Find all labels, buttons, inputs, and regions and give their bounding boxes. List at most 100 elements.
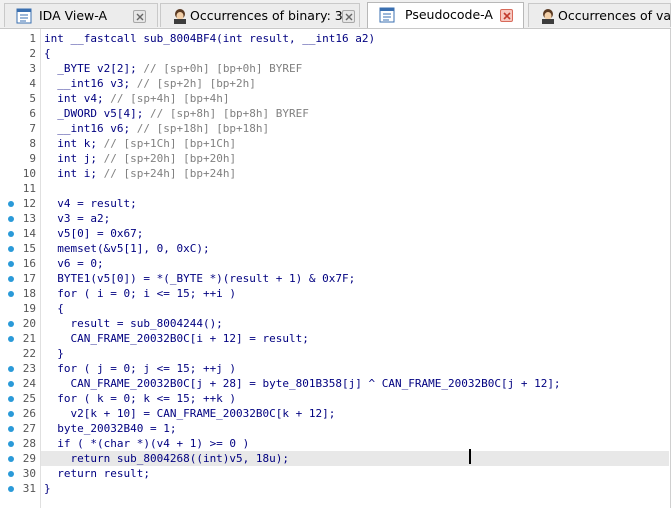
code-text: return sub_8004268((int)v5, 18u); bbox=[44, 452, 290, 465]
line-number: 22 bbox=[22, 347, 36, 360]
code-line[interactable]: 1 int __fastcall sub_8004BF4(int result, … bbox=[0, 31, 671, 46]
code-text: v3 = a2; bbox=[44, 212, 111, 225]
code-text: { bbox=[44, 302, 64, 315]
code-line[interactable]: 30 return result; bbox=[0, 466, 671, 481]
tab-ida-view-a[interactable]: IDA View-A bbox=[4, 3, 158, 27]
code-text: return result; bbox=[44, 467, 150, 480]
line-number: 12 bbox=[22, 197, 36, 210]
breakpoint-dot-icon[interactable] bbox=[8, 381, 14, 387]
breakpoint-dot-icon[interactable] bbox=[8, 231, 14, 237]
close-tab-button[interactable] bbox=[342, 10, 355, 23]
code-line[interactable]: 26 v2[k + 10] = CAN_FRAME_20032B0C[k + 1… bbox=[0, 406, 671, 421]
line-number: 14 bbox=[22, 227, 36, 240]
code-line[interactable]: 2{ bbox=[0, 46, 671, 61]
code-line[interactable]: 19 { bbox=[0, 301, 671, 316]
breakpoint-dot-icon[interactable] bbox=[8, 261, 14, 267]
tab-label: IDA View-A bbox=[39, 8, 108, 23]
code-text: _BYTE v2[2]; // [sp+0h] [bp+0h] BYREF bbox=[44, 62, 303, 75]
code-line[interactable]: 14 v5[0] = 0x67; bbox=[0, 226, 671, 241]
breakpoint-dot-icon[interactable] bbox=[8, 246, 14, 252]
code-line[interactable]: 5 int v4; // [sp+4h] [bp+4h] bbox=[0, 91, 671, 106]
breakpoint-dot-icon[interactable] bbox=[8, 321, 14, 327]
breakpoint-dot-icon[interactable] bbox=[8, 411, 14, 417]
search-results-icon bbox=[540, 8, 556, 24]
line-number: 31 bbox=[22, 482, 36, 495]
code-line[interactable]: 4 __int16 v3; // [sp+2h] [bp+2h] bbox=[0, 76, 671, 91]
breakpoint-dot-icon[interactable] bbox=[8, 471, 14, 477]
breakpoint-dot-icon[interactable] bbox=[8, 396, 14, 402]
breakpoint-dot-icon[interactable] bbox=[8, 456, 14, 462]
code-text: int k; // [sp+1Ch] [bp+1Ch] bbox=[44, 137, 237, 150]
line-number: 3 bbox=[29, 62, 36, 75]
code-line[interactable]: 15 memset(&v5[1], 0, 0xC); bbox=[0, 241, 671, 256]
code-line[interactable]: 18 for ( i = 0; i <= 15; ++i ) bbox=[0, 286, 671, 301]
breakpoint-dot-icon[interactable] bbox=[8, 336, 14, 342]
code-text: if ( *(char *)(v4 + 1) >= 0 ) bbox=[44, 437, 250, 450]
breakpoint-dot-icon[interactable] bbox=[8, 201, 14, 207]
code-line[interactable]: 22 } bbox=[0, 346, 671, 361]
line-number: 25 bbox=[22, 392, 36, 405]
code-line[interactable]: 17 BYTE1(v5[0]) = *(_BYTE *)(result + 1)… bbox=[0, 271, 671, 286]
code-text: BYTE1(v5[0]) = *(_BYTE *)(result + 1) & … bbox=[44, 272, 356, 285]
code-line[interactable]: 16 v6 = 0; bbox=[0, 256, 671, 271]
tab-bar: IDA View-A Occurrences of binary: 35 Pse… bbox=[0, 0, 671, 29]
code-line[interactable]: 6 _DWORD v5[4]; // [sp+8h] [bp+8h] BYREF bbox=[0, 106, 671, 121]
breakpoint-dot-icon[interactable] bbox=[8, 441, 14, 447]
code-text: { bbox=[44, 47, 51, 60]
code-text: int i; // [sp+24h] [bp+24h] bbox=[44, 167, 237, 180]
code-line[interactable]: 13 v3 = a2; bbox=[0, 211, 671, 226]
line-number: 30 bbox=[22, 467, 36, 480]
line-number: 24 bbox=[22, 377, 36, 390]
disassembly-view-icon bbox=[16, 8, 32, 24]
line-number: 2 bbox=[29, 47, 36, 60]
line-number: 16 bbox=[22, 257, 36, 270]
code-text: } bbox=[44, 482, 51, 495]
code-line[interactable]: 20 result = sub_8004244(); bbox=[0, 316, 671, 331]
breakpoint-dot-icon[interactable] bbox=[8, 366, 14, 372]
line-number: 17 bbox=[22, 272, 36, 285]
close-tab-button[interactable] bbox=[133, 10, 146, 23]
tab-label: Pseudocode-A bbox=[405, 7, 493, 22]
breakpoint-dot-icon[interactable] bbox=[8, 486, 14, 492]
line-number: 5 bbox=[29, 92, 36, 105]
code-line[interactable]: 25 for ( k = 0; k <= 15; ++k ) bbox=[0, 391, 671, 406]
breakpoint-dot-icon[interactable] bbox=[8, 216, 14, 222]
code-line[interactable]: 9 int j; // [sp+20h] [bp+20h] bbox=[0, 151, 671, 166]
tab-occurrences-of-binary[interactable]: Occurrences of binary: 35 bbox=[160, 3, 360, 27]
code-line[interactable]: 27 byte_20032B40 = 1; bbox=[0, 421, 671, 436]
code-line[interactable]: 12 v4 = result; bbox=[0, 196, 671, 211]
code-text: __int16 v3; // [sp+2h] [bp+2h] bbox=[44, 77, 256, 90]
breakpoint-dot-icon[interactable] bbox=[8, 276, 14, 282]
code-text: __int16 v6; // [sp+18h] [bp+18h] bbox=[44, 122, 270, 135]
tab-label: Occurrences of binary: 35 bbox=[190, 8, 351, 23]
close-icon bbox=[503, 12, 511, 20]
tab-occurrences-of-value[interactable]: Occurrences of valu bbox=[528, 3, 671, 27]
code-line[interactable]: 21 CAN_FRAME_20032B0C[i + 12] = result; bbox=[0, 331, 671, 346]
code-line[interactable]: 8 int k; // [sp+1Ch] [bp+1Ch] bbox=[0, 136, 671, 151]
line-number: 10 bbox=[22, 167, 36, 180]
breakpoint-dot-icon[interactable] bbox=[8, 291, 14, 297]
code-text: v2[k + 10] = CAN_FRAME_20032B0C[k + 12]; bbox=[44, 407, 336, 420]
code-line[interactable]: 31} bbox=[0, 481, 671, 496]
pseudocode-icon bbox=[379, 7, 395, 23]
code-text: } bbox=[44, 347, 64, 360]
breakpoint-dot-icon[interactable] bbox=[8, 426, 14, 432]
code-line[interactable]: 3 _BYTE v2[2]; // [sp+0h] [bp+0h] BYREF bbox=[0, 61, 671, 76]
line-number: 29 bbox=[22, 452, 36, 465]
code-text: v5[0] = 0x67; bbox=[44, 227, 144, 240]
line-number: 26 bbox=[22, 407, 36, 420]
code-line[interactable]: 29 return sub_8004268((int)v5, 18u); bbox=[0, 451, 671, 466]
text-cursor bbox=[469, 449, 471, 464]
line-number: 1 bbox=[29, 32, 36, 45]
code-line[interactable]: 24 CAN_FRAME_20032B0C[j + 28] = byte_801… bbox=[0, 376, 671, 391]
pseudocode-editor[interactable]: 1 int __fastcall sub_8004BF4(int result, … bbox=[0, 29, 671, 508]
code-line[interactable]: 11 bbox=[0, 181, 671, 196]
close-tab-button[interactable] bbox=[500, 9, 513, 22]
code-line[interactable]: 7 __int16 v6; // [sp+18h] [bp+18h] bbox=[0, 121, 671, 136]
code-text: CAN_FRAME_20032B0C[j + 28] = byte_801B35… bbox=[44, 377, 561, 390]
code-line[interactable]: 28 if ( *(char *)(v4 + 1) >= 0 ) bbox=[0, 436, 671, 451]
tab-pseudocode-a[interactable]: Pseudocode-A bbox=[367, 2, 524, 28]
code-line[interactable]: 10 int i; // [sp+24h] [bp+24h] bbox=[0, 166, 671, 181]
code-line[interactable]: 23 for ( j = 0; j <= 15; ++j ) bbox=[0, 361, 671, 376]
line-number: 6 bbox=[29, 107, 36, 120]
